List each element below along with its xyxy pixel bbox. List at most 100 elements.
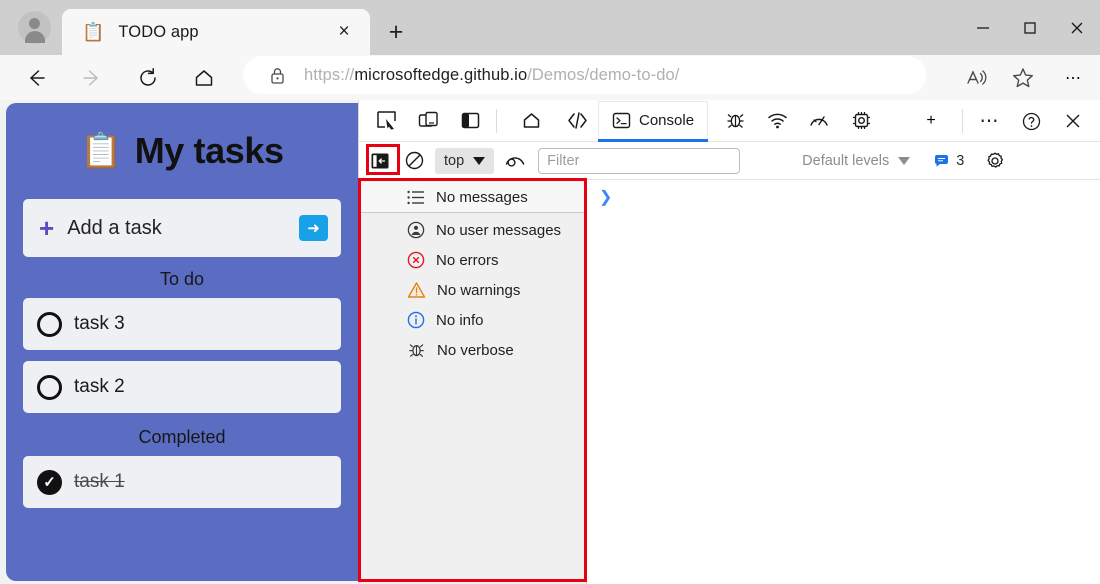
divider [496, 109, 497, 133]
list-icon [407, 190, 425, 205]
sidebar-item-no-warnings[interactable]: No warnings [359, 275, 586, 305]
address-bar[interactable]: https://microsoftedge.github.io/Demos/de… [243, 56, 926, 94]
clear-console-icon[interactable] [397, 146, 431, 176]
add-task-row[interactable]: + Add a task ➜ [23, 199, 341, 257]
window-controls [959, 0, 1100, 55]
submit-task-icon[interactable]: ➜ [299, 215, 328, 241]
browser-window: 📋 TODO app × + ht [0, 0, 1100, 584]
sidebar-item-label: No user messages [436, 222, 561, 239]
sidebar-item-label: No messages [436, 189, 528, 206]
browser-more-icon[interactable]: ⋯ [1046, 55, 1100, 100]
todo-app: 📋 My tasks + Add a task ➜ To do task 3 t… [6, 103, 358, 581]
todo-header: 📋 My tasks [23, 103, 341, 199]
sidebar-item-no-user-messages[interactable]: No user messages [359, 215, 586, 245]
page-title: My tasks [135, 130, 284, 172]
lock-icon [269, 66, 286, 85]
task-checkbox[interactable] [37, 375, 62, 400]
devtools-home-icon[interactable] [510, 100, 552, 142]
close-window-icon[interactable] [1053, 0, 1100, 55]
tab-favicon-icon: 📋 [82, 23, 104, 41]
section-label-todo: To do [23, 257, 341, 298]
console-icon [612, 111, 631, 130]
browser-tab[interactable]: 📋 TODO app × [62, 9, 370, 55]
settings-gear-icon[interactable] [978, 146, 1012, 176]
network-wifi-icon[interactable] [756, 100, 798, 142]
task-row[interactable]: task 2 [23, 361, 341, 413]
forward-icon [70, 55, 114, 100]
devtools-tabbar: Console + ⋯ [359, 100, 1100, 142]
task-row[interactable]: task 3 [23, 298, 341, 350]
minimize-icon[interactable] [959, 0, 1006, 55]
page-viewport: 📋 My tasks + Add a task ➜ To do task 3 t… [0, 100, 358, 584]
console-sidebar: No messages No user messages No errors [359, 180, 587, 584]
profile-avatar[interactable] [18, 11, 51, 44]
close-tab-icon[interactable]: × [332, 20, 356, 44]
live-expression-eye-icon[interactable] [498, 146, 532, 176]
user-icon [407, 221, 425, 239]
tab-console-label: Console [639, 112, 694, 129]
devtools-panel: Console + ⋯ [358, 100, 1100, 584]
console-body: No messages No user messages No errors [359, 180, 1100, 584]
execution-context-dropdown[interactable]: top [435, 148, 494, 174]
read-aloud-icon[interactable] [954, 55, 1000, 100]
task-row[interactable]: ✓ task 1 [23, 456, 341, 508]
task-checkbox[interactable] [37, 312, 62, 337]
new-tab-button[interactable]: + [382, 18, 410, 46]
divider [962, 109, 963, 133]
inspect-element-icon[interactable] [365, 100, 407, 142]
tab-console[interactable]: Console [598, 101, 708, 141]
chevron-down-icon [473, 157, 485, 165]
sidebar-item-no-errors[interactable]: No errors [359, 245, 586, 275]
console-filter-input[interactable]: Filter [538, 148, 740, 174]
task-label: task 1 [74, 471, 125, 493]
devtools-more-icon[interactable]: ⋯ [968, 100, 1010, 142]
console-output-area[interactable]: ❯ [587, 180, 1100, 584]
url-text: https://microsoftedge.github.io/Demos/de… [304, 66, 679, 85]
sidebar-item-no-verbose[interactable]: No verbose [359, 335, 586, 365]
console-sidebar-toggle-icon[interactable] [363, 146, 397, 176]
elements-code-icon[interactable] [556, 100, 598, 142]
sidebar-item-label: No warnings [437, 282, 520, 299]
devtools-tabbar-right: ⋯ [957, 100, 1100, 142]
sidebar-item-no-info[interactable]: No info [359, 305, 586, 335]
verbose-bug-icon [407, 341, 426, 359]
plus-icon: + [39, 215, 54, 241]
message-bubble-icon [934, 154, 949, 168]
task-label: task 3 [74, 313, 125, 335]
clipboard-icon: 📋 [80, 134, 122, 168]
favorite-star-icon[interactable] [1000, 55, 1046, 100]
log-levels-label: Default levels [802, 153, 889, 169]
error-icon [407, 251, 425, 269]
chevron-down-icon [898, 157, 910, 165]
console-prompt-icon: ❯ [599, 187, 612, 207]
sidebar-item-label: No verbose [437, 342, 514, 359]
section-label-completed: Completed [23, 415, 341, 456]
help-icon[interactable] [1010, 100, 1052, 142]
add-task-input[interactable]: Add a task [67, 217, 162, 240]
info-icon [407, 311, 425, 329]
sidebar-item-label: No errors [436, 252, 499, 269]
maximize-icon[interactable] [1006, 0, 1053, 55]
message-count-badge[interactable]: 3 [934, 153, 964, 169]
console-toolbar: top Filter Default levels 3 [359, 142, 1100, 180]
log-levels-dropdown[interactable]: Default levels [802, 153, 910, 169]
dock-side-icon[interactable] [449, 100, 491, 142]
title-bar: 📋 TODO app × + [0, 0, 1100, 55]
home-icon[interactable] [182, 55, 226, 100]
memory-chip-icon[interactable] [840, 100, 882, 142]
execution-context-label: top [444, 153, 464, 169]
sidebar-item-label: No info [436, 312, 484, 329]
task-checkbox-checked[interactable]: ✓ [37, 470, 62, 495]
toolbar-actions: ⋯ [954, 55, 1100, 100]
message-count-value: 3 [956, 153, 964, 169]
refresh-icon[interactable] [126, 55, 170, 100]
back-icon[interactable] [14, 55, 58, 100]
close-devtools-icon[interactable] [1052, 100, 1094, 142]
add-panel-icon[interactable]: + [910, 100, 952, 142]
sidebar-item-no-messages[interactable]: No messages [359, 182, 586, 213]
sources-bug-icon[interactable] [714, 100, 756, 142]
device-emulation-icon[interactable] [407, 100, 449, 142]
warning-icon [407, 281, 426, 299]
task-label: task 2 [74, 376, 125, 398]
performance-gauge-icon[interactable] [798, 100, 840, 142]
